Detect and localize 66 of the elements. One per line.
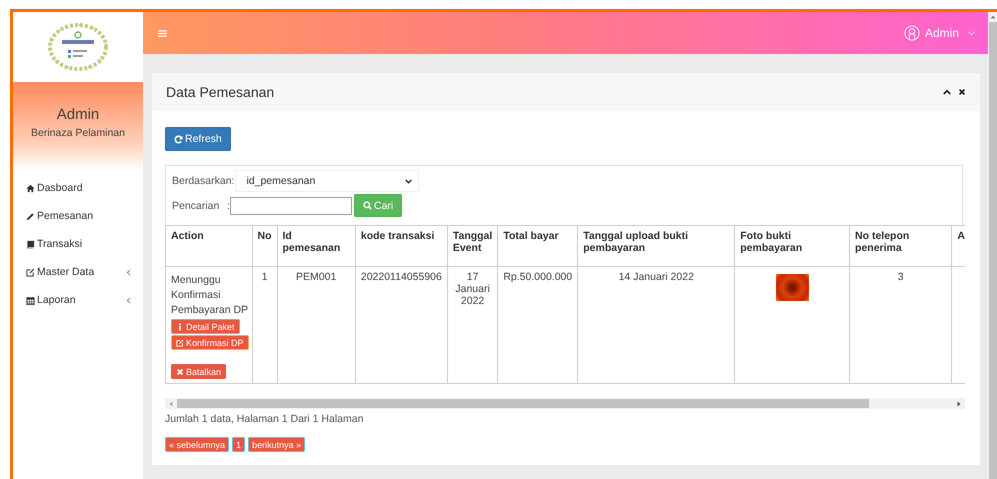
info-icon (176, 322, 184, 330)
search-label: Pencarian (172, 200, 220, 212)
column-header: kode transaksi (355, 226, 448, 266)
photo-placeholder (776, 274, 809, 301)
action-button[interactable]: Konfirmasi DP (171, 335, 249, 350)
column-header: A (952, 226, 965, 266)
pagination-button[interactable]: « sebelumnya (165, 437, 230, 452)
pencil-icon (26, 212, 35, 220)
edit-icon (176, 338, 184, 346)
table-cell: 17 Januari 2022 (447, 266, 498, 384)
summary-text: Jumlah 1 data, Halaman 1 Dari 1 Halaman (165, 413, 364, 425)
action-button[interactable]: Batalkan (171, 364, 226, 379)
sidebar-item[interactable]: Transaksi (13, 230, 143, 258)
scroll-up-icon (990, 15, 996, 19)
table-cell: Rp.50.000.000 (498, 266, 578, 384)
search-icon (363, 201, 372, 210)
column-header: No (252, 226, 278, 266)
close-icon (176, 368, 184, 376)
refresh-button[interactable]: Refresh (165, 127, 231, 151)
table-cell: 3 (850, 266, 952, 384)
sidebar-item[interactable]: Laporan (13, 286, 143, 314)
caret-icon (968, 30, 975, 36)
user-icon (904, 25, 920, 41)
chevron-icon (126, 296, 131, 304)
sidebar-item[interactable]: Pemesanan (13, 202, 143, 230)
filter-select[interactable]: id_pemesanan (235, 170, 420, 192)
status-text: Menunggu Konfirmasi Pembayaran DP (171, 273, 249, 318)
table-cell: 1 (252, 266, 278, 384)
column-header: No telepon penerima (850, 226, 952, 266)
column-header: Foto bukti pembayaran (734, 226, 850, 266)
column-header: Action (166, 226, 252, 266)
pagination-button[interactable]: 1 (232, 437, 246, 452)
column-header: Id pemesanan (277, 226, 356, 266)
chevron-icon (126, 268, 131, 276)
table-cell: 14 Januari 2022 (578, 266, 735, 384)
menu-icon[interactable] (158, 30, 167, 36)
column-header: Total bayar (498, 226, 578, 266)
scroll-left-icon (169, 400, 173, 406)
sidebar-item[interactable]: Master Data (13, 258, 143, 286)
close-icon[interactable] (958, 88, 966, 96)
sidebar-item[interactable]: Dasboard (13, 174, 143, 202)
search-colon: : (227, 200, 230, 212)
pagination-button[interactable]: berikutnya » (248, 437, 306, 452)
scroll-right-icon (957, 400, 961, 406)
home-icon (26, 184, 35, 192)
vertical-scrollbar[interactable] (988, 12, 997, 479)
book-icon (26, 240, 35, 248)
edit-icon (26, 268, 35, 276)
table-cell: 20220114055906 (355, 266, 448, 384)
panel-title: Data Pemesanan (166, 84, 274, 100)
search-field[interactable] (230, 196, 352, 214)
profile-subtitle: Berinaza Pelaminan (31, 126, 125, 138)
action-button[interactable]: Detail Paket (171, 319, 240, 334)
collapse-icon[interactable] (943, 88, 951, 96)
filter-label: Berdasarkan: (172, 175, 234, 187)
horizontal-scrollbar[interactable] (165, 398, 965, 409)
refresh-icon (174, 134, 183, 144)
user-menu[interactable]: Admin (904, 25, 975, 41)
wreath-logo-icon (46, 22, 110, 72)
search-button[interactable]: Cari (354, 194, 402, 217)
dropdown-caret-icon (405, 178, 412, 184)
calendar-icon (26, 296, 35, 304)
column-header: Tanggal Event (447, 226, 498, 266)
profile-name: Admin (56, 106, 100, 122)
table-cell: PEM001 (277, 266, 356, 384)
column-header: Tanggal upload bukti pembayaran (578, 226, 735, 266)
